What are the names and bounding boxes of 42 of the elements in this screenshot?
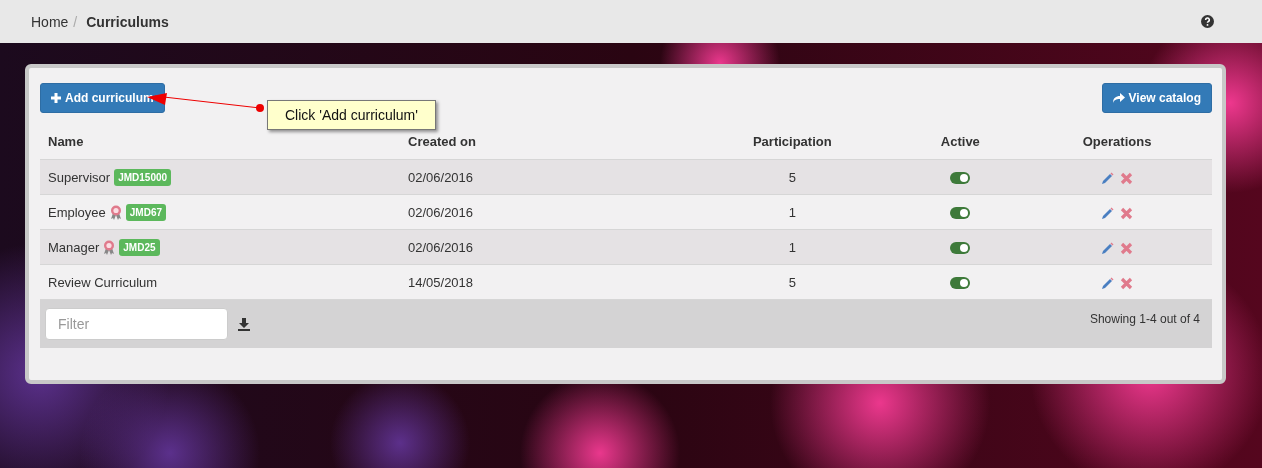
help-icon[interactable] [1201, 15, 1214, 28]
delete-x-icon[interactable] [1120, 241, 1134, 255]
curriculum-name: Manager [48, 239, 100, 255]
table-cell: 5 [686, 159, 899, 195]
column-header: Participation [686, 123, 899, 160]
curriculum-name: Supervisor [48, 169, 111, 185]
edit-pencil-icon[interactable] [1101, 241, 1115, 255]
edit-pencil-icon[interactable] [1101, 206, 1115, 220]
breadcrumb-link[interactable]: Home [31, 13, 69, 30]
pagination-status: Showing 1-4 out of 4 [1089, 312, 1200, 326]
code-badge: JMD25 [119, 238, 160, 256]
curriculum-name: Review Curriculum [48, 274, 158, 290]
active-toggle[interactable] [950, 172, 971, 185]
plus-icon [51, 93, 61, 103]
table-cell: 02/06/2016 [400, 229, 686, 265]
delete-x-icon[interactable] [1120, 206, 1134, 220]
delete-x-icon[interactable] [1120, 276, 1134, 290]
active-toggle[interactable] [950, 277, 971, 290]
breadcrumb-current: Curriculums [86, 13, 169, 30]
code-badge: JMD67 [125, 203, 167, 221]
award-ribbon-icon [103, 239, 116, 255]
column-header: Operations [1022, 123, 1212, 160]
add-curriculum-button[interactable]: Add curriculum [40, 83, 165, 113]
filter-field[interactable]: Filter [45, 308, 228, 340]
column-header: Active [898, 123, 1023, 160]
share-arrow-icon [1112, 93, 1125, 103]
table-cell: 1 [686, 194, 899, 230]
view-catalog-button[interactable]: View catalog [1101, 83, 1212, 113]
edit-pencil-icon[interactable] [1101, 276, 1115, 290]
curriculum-name: Employee [48, 204, 106, 220]
table-cell: 1 [686, 229, 899, 265]
table-cell: 02/06/2016 [400, 194, 686, 230]
breadcrumb-separator: / [73, 13, 78, 30]
delete-x-icon[interactable] [1120, 171, 1134, 185]
edit-pencil-icon[interactable] [1101, 171, 1115, 185]
active-toggle[interactable] [950, 207, 971, 220]
callout-tooltip: Click 'Add curriculum' [267, 100, 436, 130]
award-ribbon-icon [109, 204, 122, 220]
code-badge: JMD15000 [114, 168, 172, 186]
active-toggle[interactable] [950, 242, 971, 255]
download-icon[interactable] [238, 317, 250, 331]
table-cell: 02/06/2016 [400, 159, 686, 195]
